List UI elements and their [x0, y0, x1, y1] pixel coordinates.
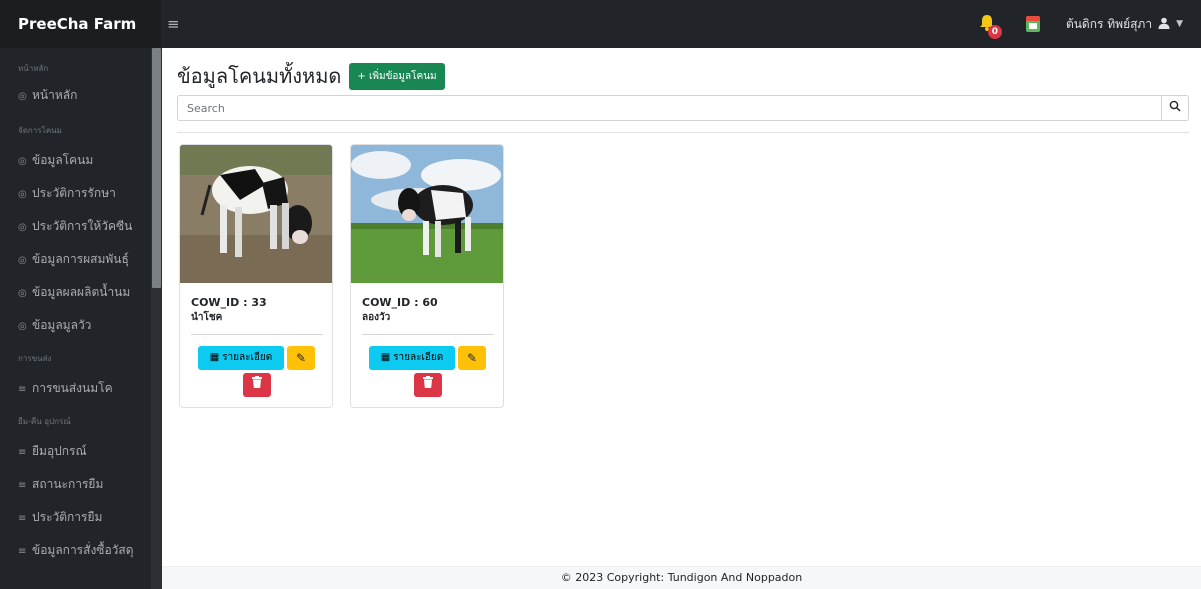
cow-photo [180, 145, 332, 283]
cow-name: ลองวัว [362, 312, 391, 323]
sidebar-item-label: ประวัติการให้วัคซีน [32, 219, 133, 233]
card-divider [191, 334, 323, 335]
sidebar-item-milk-production[interactable]: ◎ ข้อมูลผลผลิตน้ำนม [0, 281, 162, 303]
sidebar-item-borrow-history[interactable]: ≡ ประวัติการยืม [0, 506, 162, 528]
user-name[interactable]: ต้นดิกร ทิพย์สุภา [1066, 15, 1152, 34]
sidebar-item-breeding[interactable]: ◎ ข้อมูลการผสมพันธุ์ [0, 248, 162, 270]
sidebar-scrollbar[interactable] [151, 48, 162, 589]
list-icon: ≡ [18, 384, 27, 395]
card-divider [362, 334, 494, 335]
top-navbar: PreeCha Farm ≡ 0 ต้นดิกร ทิพย์สุภา ▼ [0, 0, 1201, 48]
circle-icon: ◎ [18, 222, 27, 233]
list-icon: ≡ [18, 513, 27, 524]
main-content: ข้อมูลโคนมทั้งหมด + เพิ่มข้อมูลโคนม Sear… [162, 48, 1201, 589]
sidebar-heading: จัดการโคนม [18, 126, 62, 135]
cow-card: COW_ID : 33 นำโชค ▦ รายละเอียด ✎ [179, 144, 333, 408]
sidebar-item-label: ยืมอุปกรณ์ [32, 444, 87, 458]
sidebar-item-label: ประวัติการรักษา [32, 186, 116, 200]
sidebar-item-label: การขนส่งนมโค [32, 381, 113, 395]
detail-button-label: รายละเอียด [222, 352, 273, 363]
chevron-down-icon[interactable]: ▼ [1176, 19, 1183, 29]
sidebar-item-home[interactable]: ◎ หน้าหลัก [0, 84, 162, 106]
search-input[interactable] [177, 95, 1162, 121]
notification-badge: 0 [987, 24, 1002, 39]
detail-button[interactable]: ▦ รายละเอียด [369, 346, 455, 370]
cow-card-list: COW_ID : 33 นำโชค ▦ รายละเอียด ✎ COW_ID … [179, 144, 521, 408]
search-icon[interactable] [1162, 95, 1189, 121]
detail-button[interactable]: ▦ รายละเอียด [198, 346, 284, 370]
sidebar-heading: ยืม-คืน อุปกรณ์ [18, 417, 71, 426]
topbar-right: 0 ต้นดิกร ทิพย์สุภา ▼ [978, 0, 1201, 48]
edit-icon[interactable]: ✎ [458, 346, 486, 370]
footer: © 2023 Copyright: Tundigon And Noppadon [162, 566, 1201, 589]
page-header: ข้อมูลโคนมทั้งหมด + เพิ่มข้อมูลโคนม [177, 60, 445, 92]
edit-icon[interactable]: ✎ [287, 346, 315, 370]
table-icon: ▦ [209, 352, 220, 363]
cow-name: นำโชค [191, 312, 223, 323]
brand-logo[interactable]: PreeCha Farm [0, 0, 161, 48]
list-icon: ≡ [18, 546, 27, 557]
cow-card: COW_ID : 60 ลองวัว ▦ รายละเอียด ✎ [350, 144, 504, 408]
sidebar-item-borrow-status[interactable]: ≡ สถานะการยืม [0, 473, 162, 495]
circle-icon: ◎ [18, 255, 27, 266]
sidebar-item-milk-transport[interactable]: ≡ การขนส่งนมโค [0, 377, 162, 399]
trash-icon[interactable] [243, 373, 271, 397]
sidebar-item-label: หน้าหลัก [32, 88, 78, 102]
scrollbar-thumb[interactable] [152, 48, 161, 288]
table-icon: ▦ [380, 352, 391, 363]
sidebar-item-treatment-history[interactable]: ◎ ประวัติการรักษา [0, 182, 162, 204]
user-icon[interactable] [1158, 17, 1170, 32]
sidebar-item-label: ข้อมูลผลผลิตน้ำนม [32, 285, 131, 299]
hamburger-icon[interactable]: ≡ [167, 15, 187, 33]
sidebar-item-cow-data[interactable]: ◎ ข้อมูลโคนม [0, 149, 162, 171]
cow-id: COW_ID : 60 [362, 296, 438, 309]
circle-icon: ◎ [18, 288, 27, 299]
sidebar-item-vaccine-history[interactable]: ◎ ประวัติการให้วัคซีน [0, 215, 162, 237]
circle-icon: ◎ [18, 91, 27, 102]
sidebar-item-material-orders[interactable]: ≡ ข้อมูลการสั่งซื้อวัสดุ [0, 539, 162, 561]
sidebar-item-label: ข้อมูลโคนม [32, 153, 94, 167]
circle-icon: ◎ [18, 189, 27, 200]
trash-icon[interactable] [414, 373, 442, 397]
cow-id: COW_ID : 33 [191, 296, 267, 309]
divider [177, 132, 1189, 133]
sidebar-item-label: ข้อมูลมูลวัว [32, 318, 92, 332]
page-title: ข้อมูลโคนมทั้งหมด [177, 64, 342, 88]
notification-bell-icon[interactable]: 0 [978, 13, 1008, 39]
search-bar [177, 95, 1189, 121]
sidebar-heading: หน้าหลัก [18, 64, 49, 73]
sidebar-item-label: ประวัติการยืม [32, 510, 103, 524]
sidebar-item-manure[interactable]: ◎ ข้อมูลมูลวัว [0, 314, 162, 336]
sidebar-item-label: สถานะการยืม [32, 477, 104, 491]
sidebar-item-label: ข้อมูลการผสมพันธุ์ [32, 252, 129, 266]
detail-button-label: รายละเอียด [393, 352, 444, 363]
list-icon: ≡ [18, 480, 27, 491]
add-cow-button[interactable]: + เพิ่มข้อมูลโคนม [349, 62, 445, 90]
calendar-icon[interactable] [1025, 16, 1040, 32]
sidebar: หน้าหลัก ◎ หน้าหลัก จัดการโคนม ◎ ข้อมูลโคน… [0, 48, 162, 589]
sidebar-item-borrow-equipment[interactable]: ≡ ยืมอุปกรณ์ [0, 440, 162, 462]
sidebar-heading: การขนส่ง [18, 354, 52, 363]
cow-photo [351, 145, 503, 283]
sidebar-item-label: ข้อมูลการสั่งซื้อวัสดุ [32, 543, 134, 557]
circle-icon: ◎ [18, 321, 27, 332]
copyright-text: © 2023 Copyright: Tundigon And Noppadon [560, 571, 803, 584]
list-icon: ≡ [18, 447, 27, 458]
circle-icon: ◎ [18, 156, 27, 167]
